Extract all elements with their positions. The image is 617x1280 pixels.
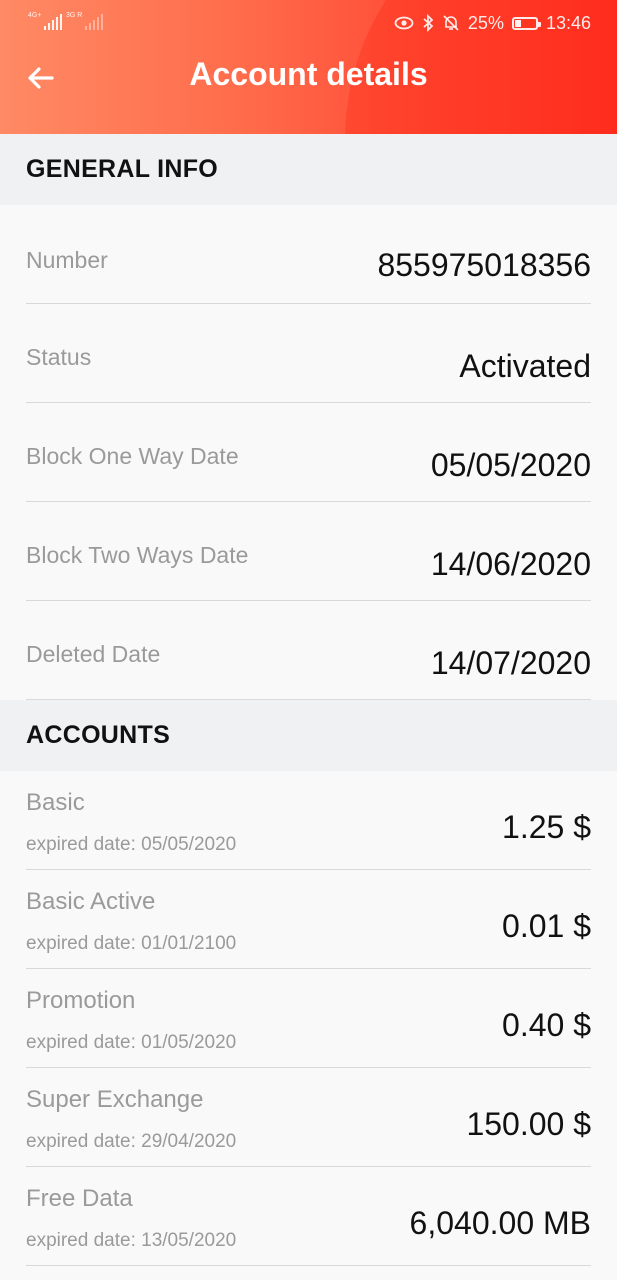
account-balance: 150.00 $ — [466, 1106, 591, 1142]
info-value: Activated — [459, 348, 591, 384]
account-balance: 0.40 $ — [502, 1007, 591, 1043]
account-name: Promotion — [26, 987, 136, 1014]
account-name: Basic Active — [26, 888, 156, 915]
info-row-number: Number 855975018356 — [26, 205, 591, 304]
info-row-block-one-way-date: Block One Way Date 05/05/2020 — [26, 403, 591, 502]
account-name: Super Exchange — [26, 1086, 204, 1113]
mute-bell-icon — [443, 15, 459, 31]
account-row-promotion[interactable]: Promotion expired date: 01/05/2020 0.40 … — [26, 969, 591, 1068]
account-expiry: expired date: 05/05/2020 — [26, 834, 237, 855]
account-balance: 1.25 $ — [502, 809, 591, 845]
app-header: 4G+ 3G R 25% 13:46 Account details — [0, 0, 617, 134]
status-icons: 25% 13:46 — [394, 12, 591, 34]
account-expiry: expired date: 01/05/2020 — [26, 1032, 237, 1053]
account-expiry: expired date: 29/04/2020 — [26, 1131, 237, 1152]
account-row-basic[interactable]: Basic expired date: 05/05/2020 1.25 $ — [26, 771, 591, 870]
info-label: Status — [26, 344, 92, 370]
bluetooth-icon — [423, 14, 434, 32]
account-row-free-data[interactable]: Free Data expired date: 13/05/2020 6,040… — [26, 1167, 591, 1266]
section-title: ACCOUNTS — [26, 721, 171, 749]
account-name: Free Data — [26, 1185, 133, 1212]
section-title: GENERAL INFO — [26, 155, 219, 183]
info-row-deleted-date: Deleted Date 14/07/2020 — [26, 601, 591, 700]
info-value: 14/06/2020 — [430, 546, 591, 582]
signal-strength-icon: 4G+ — [28, 12, 63, 30]
account-balance: 0.01 $ — [502, 908, 591, 944]
eye-comfort-icon — [394, 16, 414, 30]
account-balance: 6,040.00 MB — [409, 1205, 591, 1241]
account-row-super-exchange[interactable]: Super Exchange expired date: 29/04/2020 … — [26, 1068, 591, 1167]
section-header-accounts: ACCOUNTS — [0, 700, 617, 771]
battery-icon — [511, 16, 541, 30]
battery-percent: 25% — [467, 12, 504, 33]
info-row-block-two-ways-date: Block Two Ways Date 14/06/2020 — [26, 502, 591, 601]
info-label: Block One Way Date — [26, 443, 239, 469]
section-header-general-info: GENERAL INFO — [0, 134, 617, 205]
info-label: Block Two Ways Date — [26, 542, 249, 568]
info-label: Number — [26, 247, 108, 273]
network-type-label: 4G+ — [28, 12, 42, 19]
info-value: 05/05/2020 — [430, 447, 591, 483]
info-value: 855975018356 — [377, 247, 591, 283]
info-label: Deleted Date — [26, 641, 161, 667]
account-expiry: expired date: 01/01/2100 — [26, 933, 237, 954]
network-type-label: 3G R — [66, 12, 83, 19]
account-row-basic-active[interactable]: Basic Active expired date: 01/01/2100 0.… — [26, 870, 591, 969]
page-title: Account details — [189, 56, 428, 92]
info-value: 14/07/2020 — [430, 645, 591, 681]
signal-strength-icon: 3G R — [66, 12, 104, 30]
status-bar: 4G+ 3G R 25% 13:46 — [0, 0, 617, 46]
clock: 13:46 — [545, 12, 591, 33]
account-name: Basic — [26, 789, 85, 816]
info-row-status: Status Activated — [26, 304, 591, 403]
account-expiry: expired date: 13/05/2020 — [26, 1230, 237, 1251]
